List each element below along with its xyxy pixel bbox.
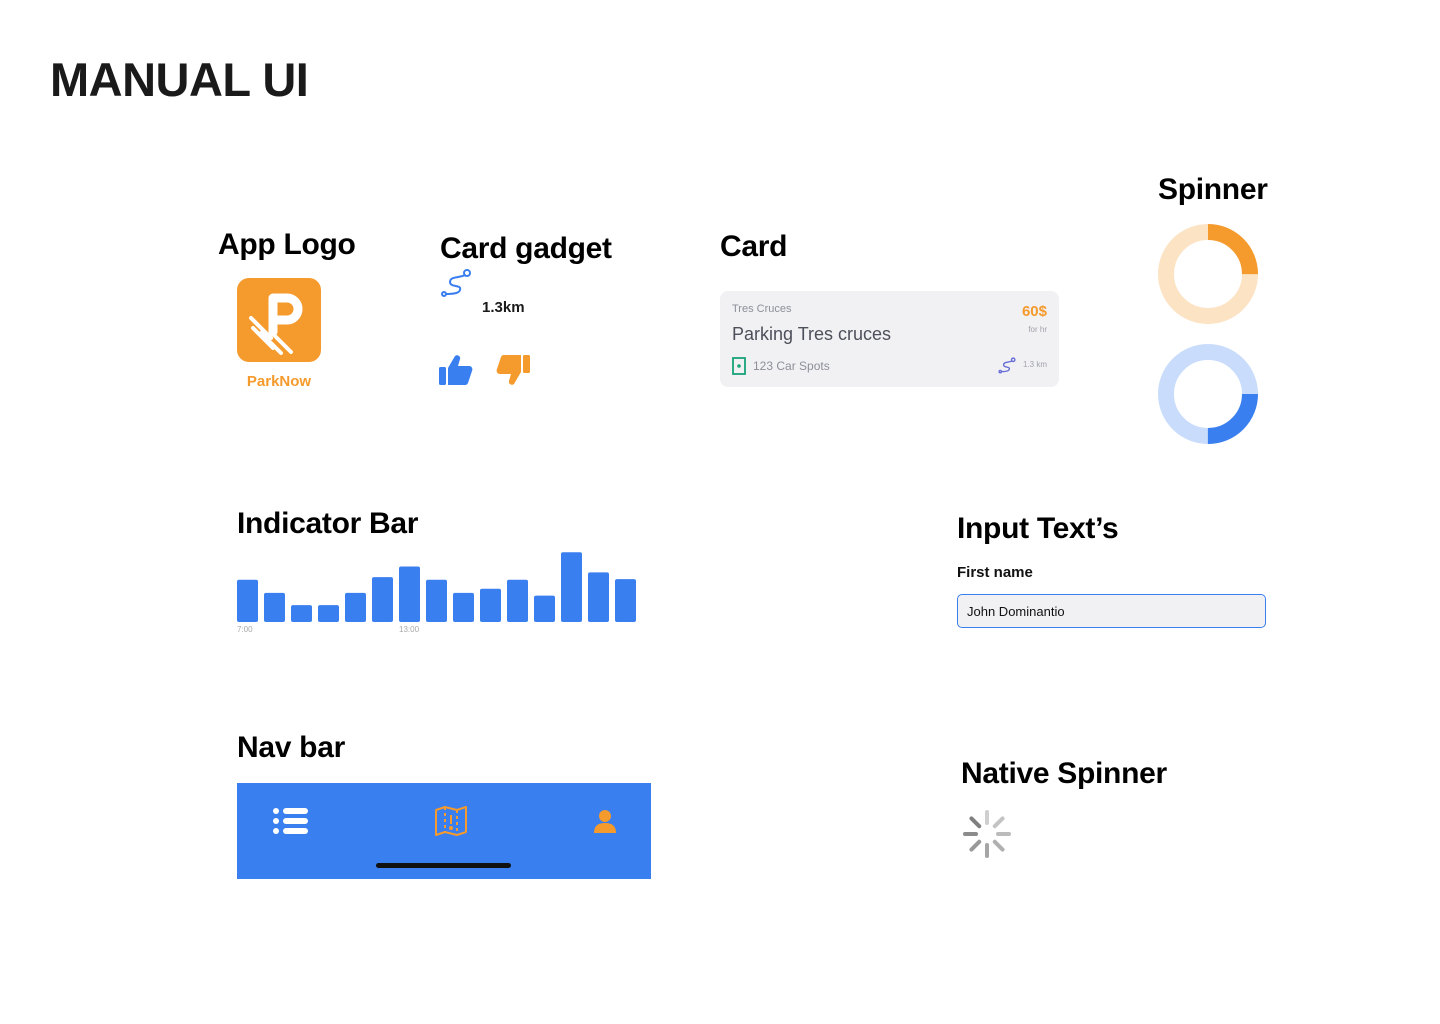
route-icon — [440, 268, 472, 305]
thumbs-down-icon[interactable] — [496, 354, 530, 391]
parking-p-icon — [249, 293, 303, 355]
list-icon[interactable] — [273, 807, 309, 840]
thumbs-up-icon[interactable] — [439, 354, 473, 391]
section-heading-nav-bar: Nav bar — [237, 731, 345, 764]
indicator-tick-label: 13:00 — [399, 625, 420, 634]
spinner-spoke — [992, 816, 1005, 829]
app-name: ParkNow — [246, 373, 312, 390]
indicator-bar — [318, 605, 339, 622]
section-heading-spinner: Spinner — [1158, 173, 1268, 206]
indicator-bar — [372, 577, 393, 622]
card-price: 60$ — [1021, 303, 1047, 320]
indicator-bar — [453, 592, 474, 622]
spinner-orange — [1158, 224, 1258, 329]
card-spots: 123 Car Spots — [753, 359, 830, 373]
indicator-bar — [507, 579, 528, 622]
indicator-bar — [561, 552, 582, 622]
home-indicator — [376, 863, 511, 868]
section-heading-app-logo: App Logo — [218, 228, 356, 261]
indicator-bar — [480, 588, 501, 622]
indicator-bar — [291, 605, 312, 622]
page-title: MANUAL UI — [50, 53, 309, 106]
route-icon — [998, 357, 1016, 380]
first-name-input[interactable] — [957, 594, 1266, 628]
indicator-bar — [399, 566, 420, 622]
parking-spot-icon — [732, 357, 746, 380]
section-heading-card-gadget: Card gadget — [440, 232, 612, 265]
card-subtitle: Tres Cruces — [732, 303, 792, 315]
indicator-bar — [264, 592, 285, 622]
section-heading-card: Card — [720, 230, 788, 263]
native-spinner — [961, 808, 1013, 865]
indicator-tick-label: 7:00 — [237, 625, 253, 634]
indicator-bar — [237, 579, 258, 622]
spinner-spoke — [969, 816, 982, 829]
indicator-bar — [426, 579, 447, 622]
app-logo — [237, 278, 321, 362]
parking-card[interactable]: Tres Cruces Parking Tres cruces 60$ for … — [720, 291, 1059, 387]
card-title: Parking Tres cruces — [732, 324, 892, 344]
card-price-unit: for hr — [1028, 325, 1047, 334]
indicator-bar — [534, 595, 555, 622]
indicator-bar — [615, 579, 636, 622]
section-heading-native-spinner: Native Spinner — [961, 757, 1167, 790]
spinner-spoke — [992, 839, 1005, 852]
first-name-label: First name — [957, 564, 1033, 581]
section-heading-indicator-bar: Indicator Bar — [237, 507, 419, 540]
map-icon[interactable] — [434, 804, 468, 843]
indicator-bar — [345, 592, 366, 622]
nav-bar — [237, 783, 651, 879]
user-icon[interactable] — [593, 809, 617, 840]
section-heading-input-texts: Input Text’s — [957, 512, 1119, 545]
native-spinner-graphic — [963, 810, 1011, 858]
card-distance: 1.3 km — [1022, 360, 1047, 369]
gadget-distance: 1.3km — [482, 299, 525, 316]
spinner-spoke — [969, 839, 982, 852]
indicator-bar-chart: 7:00 13:00 — [237, 552, 636, 634]
indicator-bar — [588, 572, 609, 622]
spinner-blue — [1158, 344, 1258, 449]
